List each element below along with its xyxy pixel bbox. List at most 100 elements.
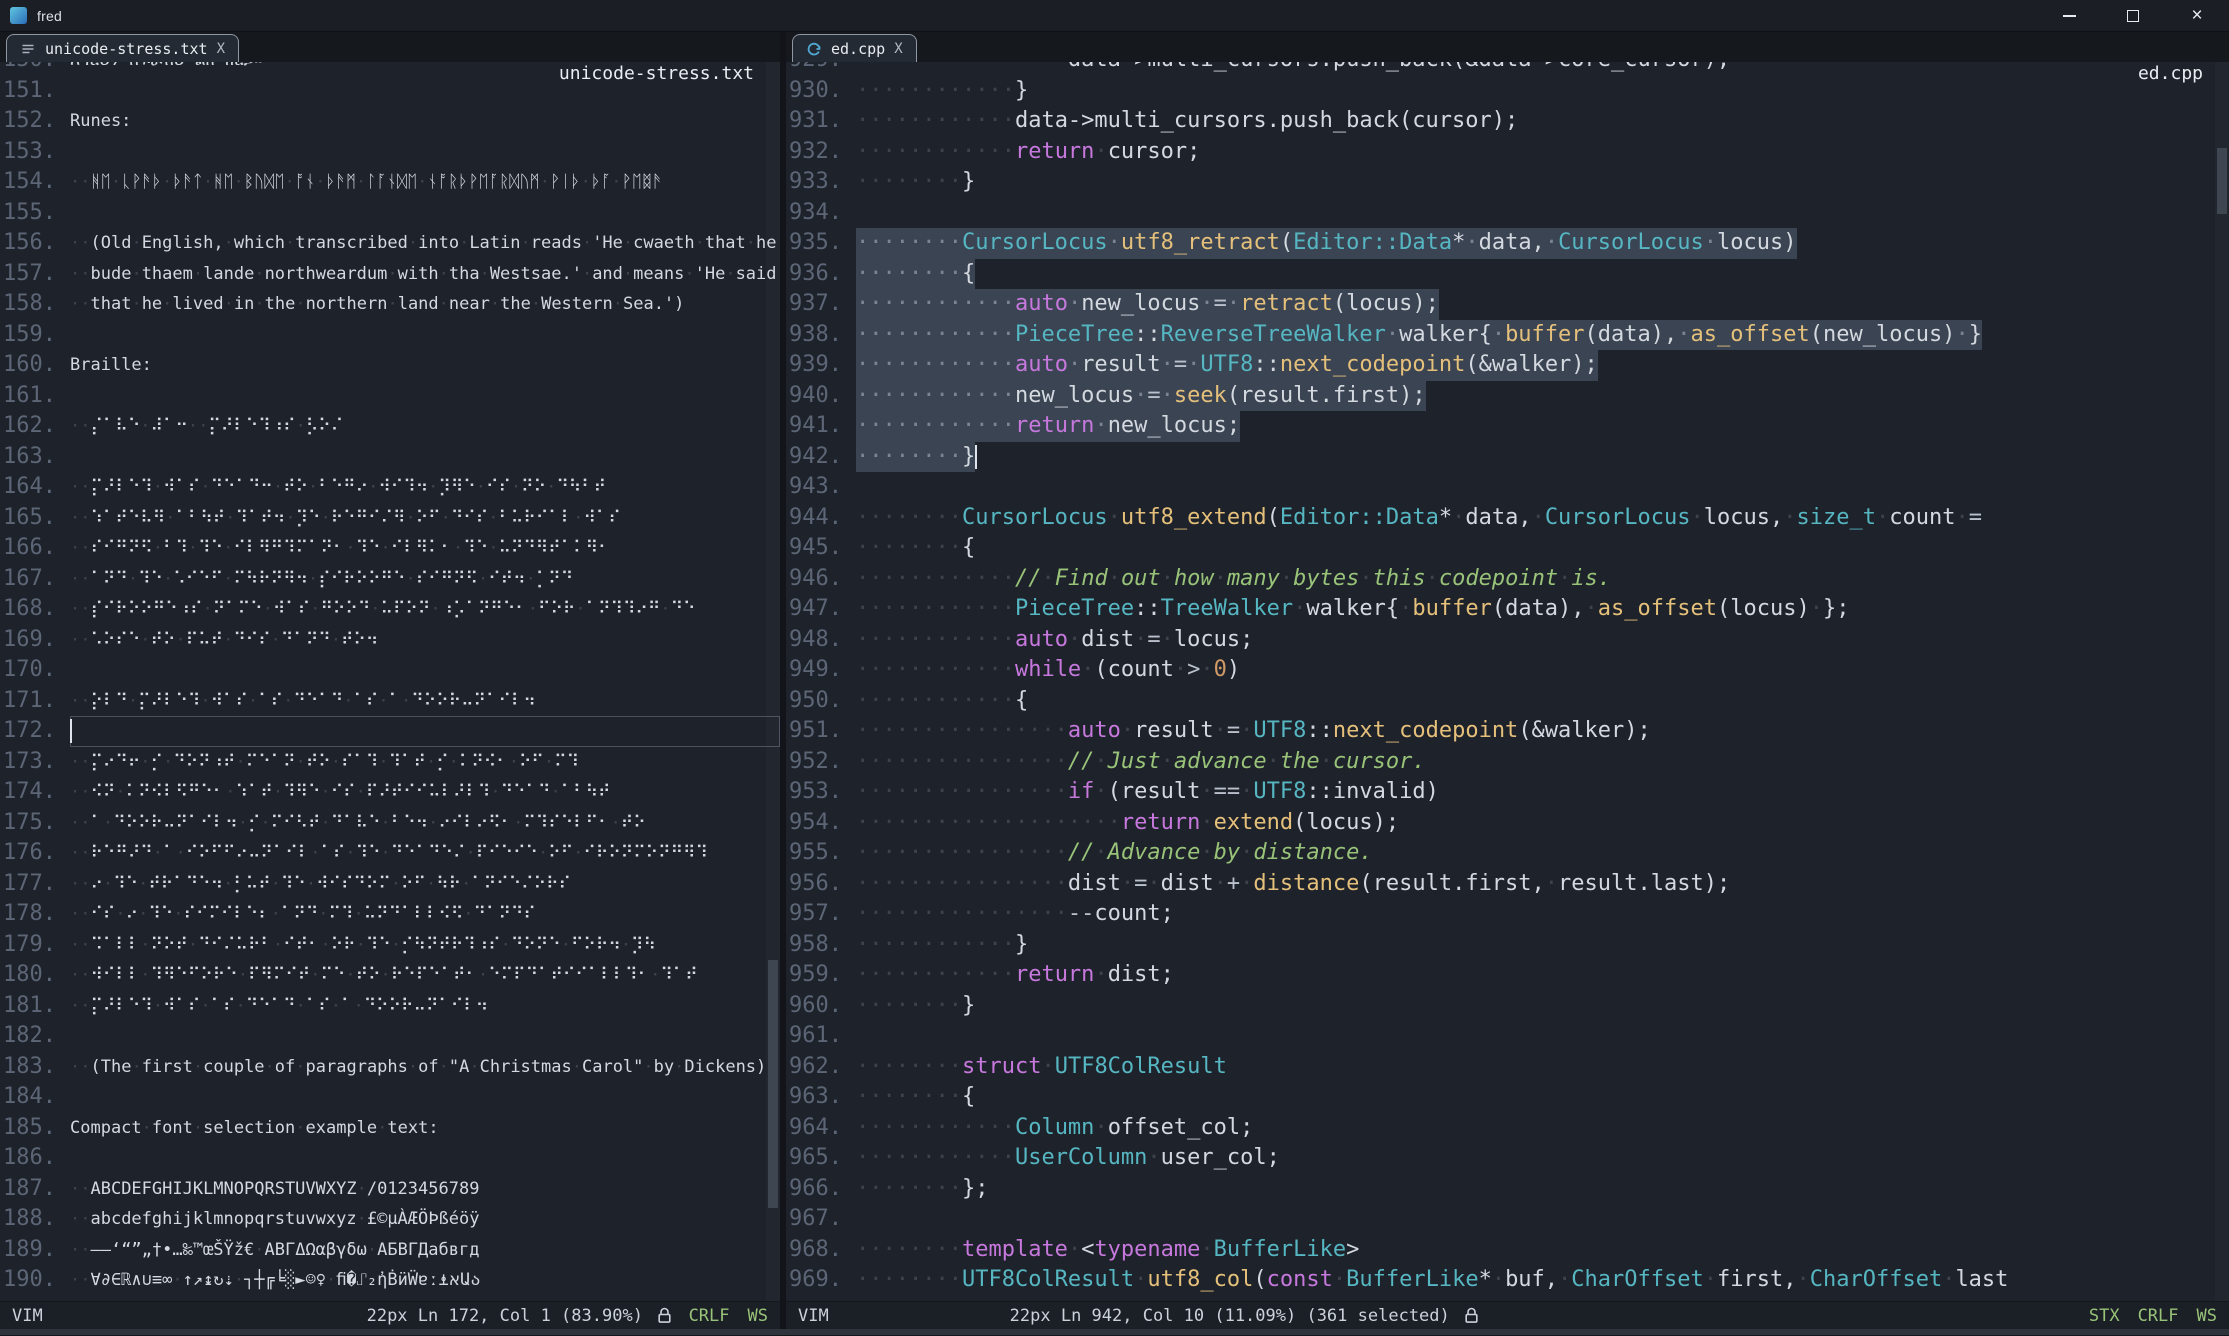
editor-line[interactable]: 185.Compact·font·selection·example·text: <box>0 1113 780 1144</box>
lock-icon[interactable] <box>657 1307 672 1324</box>
editor-line[interactable]: 944.········CursorLocus·utf8_extend(Edit… <box>786 503 2229 534</box>
editor-line[interactable]: 941.············return·new_locus; <box>786 411 2229 442</box>
editor-line[interactable]: 156.··(Old·English,·which·transcribed·in… <box>0 228 780 259</box>
editor-line[interactable]: 960.········} <box>786 991 2229 1022</box>
editor-line[interactable]: 935.········CursorLocus·utf8_retract(Edi… <box>786 228 2229 259</box>
editor-line[interactable]: 936.········{ <box>786 259 2229 290</box>
status-flag-stx[interactable]: STX <box>2089 1306 2120 1326</box>
editor-line[interactable]: 188.··abcdefghijklmnopqrstuvwxyz·£©µÀÆÖÞ… <box>0 1204 780 1235</box>
editor-line[interactable]: 184. <box>0 1082 780 1113</box>
editor-line[interactable]: 961. <box>786 1021 2229 1052</box>
editor-line[interactable]: 177.··⠔·⠹⠑·⠞⠗⠁⠙⠑⠲·⡃⠥⠞·⠹⠑·⠺⠊⠎⠙⠕⠍·⠕⠋·⠳⠗·⠁⠝… <box>0 869 780 900</box>
editor-line[interactable]: 950.············{ <box>786 686 2229 717</box>
editor-line[interactable]: 940.············new_locus·=·seek(result.… <box>786 381 2229 412</box>
tab-close-icon[interactable]: X <box>217 41 225 57</box>
editor-line[interactable]: 965.············UserColumn·user_col; <box>786 1143 2229 1174</box>
editor-line[interactable]: 190.··∀∂∈ℝ∧∪≡∞·↑↗↨↻⇣·┐┼╔╘░►☺♀·ﬁ�⑀₂ἠḂӥẄɐː… <box>0 1265 780 1296</box>
editor-line[interactable]: 168.··⡎⠊⠗⠕⠕⠛⠑⠰⠎·⠝⠁⠍⠑·⠺⠁⠎·⠛⠕⠕⠙·⠥⠏⠕⠝·⠰⡡⠁⠝⠛… <box>0 594 780 625</box>
title-bar[interactable]: fred × <box>0 0 2229 32</box>
editor-line[interactable]: 958.············} <box>786 930 2229 961</box>
editor-line[interactable]: 171.··⡕⠇⠙·⡍⠜⠇⠑⠹·⠺⠁⠎·⠁⠎·⠙⠑⠁⠙·⠁⠎·⠁·⠙⠕⠕⠗⠤⠝⠁… <box>0 686 780 717</box>
editor-line[interactable]: 160.Braille: <box>0 350 780 381</box>
editor-line[interactable]: 947.············PieceTree::TreeWalker·wa… <box>786 594 2229 625</box>
editor-line[interactable]: 955.················//·Advance·by·distan… <box>786 838 2229 869</box>
scrollbar-right[interactable] <box>2215 62 2229 1301</box>
editor-line[interactable]: 174.··⠪⠝·⠅⠝⠪⠇⠫⠛⠑⠂·⠱⠁⠞·⠹⠻⠑·⠊⠎·⠏⠜⠞⠊⠊⠥⠇⠜⠇⠹·… <box>0 777 780 808</box>
editor-line[interactable]: 173.··⡍⠔⠙⠖·⡊·⠙⠕⠝⠰⠞·⠍⠑⠁⠝·⠞⠕·⠎⠁⠹·⠹⠁⠞·⡊·⠅⠝⠪… <box>0 747 780 778</box>
editor-line[interactable]: 962.········struct·UTF8ColResult <box>786 1052 2229 1083</box>
tab-close-icon[interactable]: X <box>894 41 902 57</box>
editor-line[interactable]: 164.··⡍⠜⠇⠑⠹·⠺⠁⠎·⠙⠑⠁⠙⠒·⠞⠕·⠃⠑⠛⠔·⠺⠊⠹⠲·⡹⠻⠑·⠊… <box>0 472 780 503</box>
editor-line[interactable]: 181.··⡍⠜⠇⠑⠹·⠺⠁⠎·⠁⠎·⠙⠑⠁⠙·⠁⠎·⠁·⠙⠕⠕⠗⠤⠝⠁⠊⠇⠲ <box>0 991 780 1022</box>
editor-line[interactable]: 934. <box>786 198 2229 229</box>
editor-line[interactable]: 162.··⡌⠁⠧⠑·⠼⠁⠒··⡍⠜⠇⠑⠹⠰⠎·⡣⠕⠌ <box>0 411 780 442</box>
editor-line[interactable]: 963.········{ <box>786 1082 2229 1113</box>
editor-line[interactable]: 931.············data->multi_cursors.push… <box>786 106 2229 137</box>
editor-line[interactable]: 178.··⠊⠎·⠔·⠹⠑·⠎⠊⠍⠊⠇⠑⠆·⠁⠝⠙·⠍⠹·⠥⠝⠙⠁⠇⠇⠪⠫·⠙⠁… <box>0 899 780 930</box>
editor-line[interactable]: 968.········template·<typename·BufferLik… <box>786 1235 2229 1266</box>
editor-line[interactable]: 957.················--count; <box>786 899 2229 930</box>
cursor-position[interactable]: 22px Ln 172, Col 1 (83.90%) <box>367 1306 643 1326</box>
editor-line[interactable]: 954.····················return·extend(lo… <box>786 808 2229 839</box>
editor-line[interactable]: 189.··–—‘“”„†•…‰™œŠŸž€·ΑΒΓΔΩαβγδω·АБВГДа… <box>0 1235 780 1266</box>
editor-line[interactable]: 153. <box>0 137 780 168</box>
editor-line[interactable]: 953.················if·(result·==·UTF8::… <box>786 777 2229 808</box>
status-flag-ws[interactable]: WS <box>2197 1306 2217 1326</box>
editor-line[interactable]: 163. <box>0 442 780 473</box>
editor-line[interactable]: 930.············} <box>786 76 2229 107</box>
maximize-button[interactable] <box>2101 0 2165 31</box>
cursor-position[interactable]: 22px Ln 942, Col 10 (11.09%) (361 select… <box>1010 1306 1450 1326</box>
scrollbar-thumb[interactable] <box>768 960 778 1208</box>
editor-line[interactable]: 179.··⠩⠁⠇⠇·⠝⠕⠞·⠙⠊⠌⠥⠗⠃·⠊⠞⠂·⠕⠗·⠹⠑·⡊⠳⠝⠞⠗⠹⠰⠎… <box>0 930 780 961</box>
editor-line[interactable]: 956.················dist·=·dist·+·distan… <box>786 869 2229 900</box>
editor-line[interactable]: 946.············//·Find·out·how·many·byt… <box>786 564 2229 595</box>
editor-line[interactable]: 161. <box>0 381 780 412</box>
editor-line[interactable]: 169.··⠡⠕⠎⠑·⠞⠕·⠏⠥⠞·⠙⠊⠎·⠙⠁⠝⠙·⠞⠕⠲ <box>0 625 780 656</box>
close-button[interactable]: × <box>2165 0 2229 31</box>
editor-line[interactable]: 964.············Column·offset_col; <box>786 1113 2229 1144</box>
editor-line[interactable]: 180.··⠺⠊⠇⠇·⠹⠻⠑⠋⠕⠗⠑·⠏⠻⠍⠊⠞·⠍⠑·⠞⠕·⠗⠑⠏⠑⠁⠞⠂·⠑… <box>0 960 780 991</box>
editor-unicode-stress[interactable]: 150.እግርህን·በፍራሽህ·ልክ·ዘርጋ።151.152.Runes:153… <box>0 62 780 1301</box>
editor-line[interactable]: 959.············return·dist; <box>786 960 2229 991</box>
scrollbar-thumb[interactable] <box>2217 148 2227 214</box>
lock-icon[interactable] <box>1464 1307 1479 1324</box>
editor-line[interactable]: 969.········UTF8ColResult·utf8_col(const… <box>786 1265 2229 1296</box>
editor-line[interactable]: 967. <box>786 1204 2229 1235</box>
editor-line[interactable]: 937.············auto·new_locus·=·retract… <box>786 289 2229 320</box>
editor-line[interactable]: 939.············auto·result·=·UTF8::next… <box>786 350 2229 381</box>
editor-line[interactable]: 158.··that·he·lived·in·the·northern·land… <box>0 289 780 320</box>
editor-line[interactable]: 155. <box>0 198 780 229</box>
editor-line[interactable]: 175.··⠁·⠙⠕⠕⠗⠤⠝⠁⠊⠇⠲·⡊·⠍⠊⠣⠞·⠙⠁⠧⠑·⠃⠑⠲·⠔⠊⠇⠔⠫… <box>0 808 780 839</box>
editor-line[interactable]: 182. <box>0 1021 780 1052</box>
editor-line[interactable]: 167.··⠁⠝⠙·⠹⠑·⠡⠊⠑⠋·⠍⠳⠗⠝⠻⠲·⡎⠊⠗⠕⠕⠛⠑·⠎⠊⠛⠝⠫·⠊… <box>0 564 780 595</box>
editor-line[interactable]: 170. <box>0 655 780 686</box>
editor-line[interactable]: 943. <box>786 472 2229 503</box>
editor-line[interactable]: 952.················//·Just·advance·the·… <box>786 747 2229 778</box>
editor-line[interactable]: 945.········{ <box>786 533 2229 564</box>
editor-ed-cpp[interactable]: 929.················data->multi_cursors.… <box>786 62 2229 1301</box>
editor-line[interactable]: 159. <box>0 320 780 351</box>
editor-line[interactable]: 187.··ABCDEFGHIJKLMNOPQRSTUVWXYZ·/012345… <box>0 1174 780 1205</box>
editor-line[interactable]: 948.············auto·dist·=·locus; <box>786 625 2229 656</box>
scrollbar-left[interactable] <box>766 62 780 1301</box>
editor-line[interactable]: 165.··⠱⠁⠞⠑⠧⠻·⠁⠃⠳⠞·⠹⠁⠞⠲·⡹⠑·⠗⠑⠛⠊⠌⠻·⠕⠋·⠙⠊⠎·… <box>0 503 780 534</box>
editor-line[interactable]: 157.··bude·thaem·lande·northweardum·with… <box>0 259 780 290</box>
editor-line[interactable]: 938.············PieceTree::ReverseTreeWa… <box>786 320 2229 351</box>
editor-line[interactable]: 154.··ᚻᛖ·ᚳᚹᚫᚦ·ᚦᚫᛏ·ᚻᛖ·ᛒᚢᛞᛖ·ᚩᚾ·ᚦᚫᛗ·ᛚᚪᚾᛞᛖ·ᚾ… <box>0 167 780 198</box>
editor-line[interactable]: 176.··⠗⠑⠛⠜⠙·⠁·⠊⠕⠋⠋⠔⠤⠝⠁⠊⠇·⠁⠎·⠹⠑·⠙⠑⠁⠙⠑⠌·⠏⠊… <box>0 838 780 869</box>
status-flag-crlf[interactable]: CRLF <box>689 1306 730 1326</box>
editor-line[interactable]: 933.········} <box>786 167 2229 198</box>
editor-line[interactable]: 949.············while·(count·>·0) <box>786 655 2229 686</box>
editor-line[interactable]: 951.················auto·result·=·UTF8::… <box>786 716 2229 747</box>
editor-line[interactable]: 172. <box>0 716 780 747</box>
editor-line[interactable]: 942.········} <box>786 442 2229 473</box>
status-flag-crlf[interactable]: CRLF <box>2138 1306 2179 1326</box>
minimize-button[interactable] <box>2037 0 2101 31</box>
editor-line[interactable]: 929.················data->multi_cursors.… <box>786 62 2229 76</box>
editor-line[interactable]: 166.··⠎⠊⠛⠝⠫·⠃⠹·⠹⠑·⠊⠇⠻⠛⠹⠍⠁⠝⠂·⠹⠑·⠊⠇⠻⠅⠂·⠹⠑·… <box>0 533 780 564</box>
editor-line[interactable]: 932.············return·cursor; <box>786 137 2229 168</box>
editor-line[interactable]: 152.Runes: <box>0 106 780 137</box>
status-flag-ws[interactable]: WS <box>748 1306 768 1326</box>
editor-line[interactable]: 186. <box>0 1143 780 1174</box>
tab-ed-cpp[interactable]: ed.cpp X <box>792 34 917 62</box>
